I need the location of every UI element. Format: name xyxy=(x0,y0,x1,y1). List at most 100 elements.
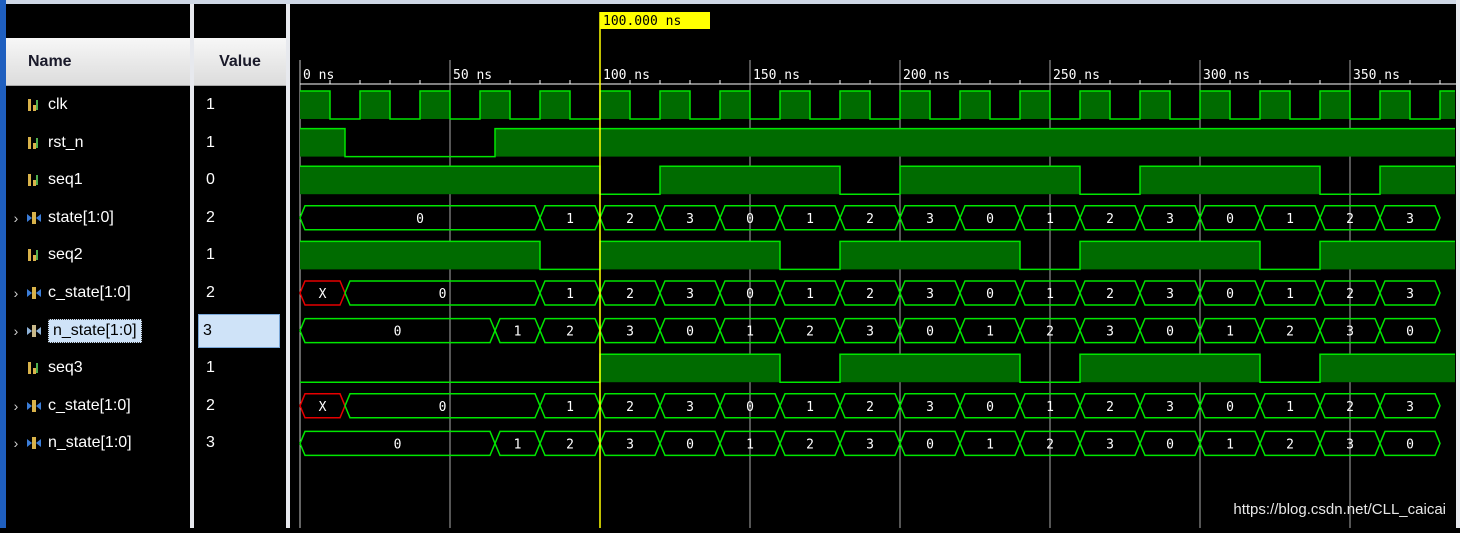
bus-value-label: 2 xyxy=(1106,287,1114,302)
signal-waveform[interactable] xyxy=(300,127,1455,158)
bus-value-label: 3 xyxy=(1106,325,1114,340)
expand-chevron-icon[interactable]: › xyxy=(6,323,26,339)
bus-value-label: 0 xyxy=(686,325,694,340)
waveform-canvas[interactable]: 0 ns 50 ns 100 ns 150 ns 200 ns 250 ns 300 ns 3… xyxy=(290,4,1456,528)
signal-value-cell[interactable]: 1 xyxy=(194,86,286,124)
bus-value-label: 2 xyxy=(566,437,574,452)
expand-chevron-icon[interactable]: › xyxy=(6,435,26,451)
signal-value: 1 xyxy=(206,246,215,264)
signal-name: n_state[1:0] xyxy=(48,434,132,452)
time-tick-label: 50 ns xyxy=(453,68,492,83)
high-level-fill xyxy=(840,354,1020,383)
bus-value-label: 0 xyxy=(1226,212,1234,227)
window-right-edge xyxy=(1456,0,1460,528)
signal-waveform[interactable] xyxy=(300,165,1455,195)
signal-value: 0 xyxy=(206,171,215,189)
signal-row[interactable]: seq1 xyxy=(6,161,190,199)
high-level-fill xyxy=(540,91,570,119)
expand-chevron-icon[interactable]: › xyxy=(6,398,26,414)
expand-chevron-icon[interactable]: › xyxy=(6,285,26,301)
bus-value-label: 3 xyxy=(1346,325,1354,340)
signal-waveform[interactable]: X 0 1 2 3 0 1 2 3 0 1 2 3 0 1 2 3 xyxy=(299,280,1441,306)
expand-chevron-icon[interactable]: › xyxy=(6,210,26,226)
bus-value-label: 1 xyxy=(514,325,522,340)
bus-value-label: 3 xyxy=(926,287,934,302)
signal-waveform[interactable] xyxy=(300,90,1455,120)
waveform-pane[interactable]: 0 ns 50 ns 100 ns 150 ns 200 ns 250 ns 300 ns 3… xyxy=(290,4,1456,528)
signal-row[interactable]: clk xyxy=(6,86,190,124)
high-level-fill xyxy=(1080,354,1260,383)
bus-value-label: 0 xyxy=(746,400,754,415)
signal-value-cell[interactable]: 1 xyxy=(194,236,286,274)
signal-row[interactable]: › n_state[1:0] xyxy=(6,312,190,350)
bit-signal-icon xyxy=(28,362,38,375)
high-level-fill xyxy=(1140,166,1320,195)
high-level-fill xyxy=(1380,91,1410,119)
bus-value-label: 1 xyxy=(566,400,574,415)
time-tick-label: 350 ns xyxy=(1353,68,1400,83)
high-level-fill xyxy=(420,91,450,119)
signal-value-cell[interactable]: 2 xyxy=(194,274,286,312)
high-level-fill xyxy=(600,241,780,270)
signal-name: rst_n xyxy=(48,133,84,151)
bus-value-label: 1 xyxy=(514,437,522,452)
signal-name: c_state[1:0] xyxy=(48,396,131,414)
signal-value-cell[interactable]: 3 xyxy=(194,424,286,462)
signal-waveform[interactable]: 0 1 2 3 0 1 2 3 0 1 2 3 0 1 2 3 0 xyxy=(299,317,1441,344)
value-column-header[interactable]: Value xyxy=(194,38,286,86)
bus-value-label: 2 xyxy=(626,400,634,415)
signal-value: 1 xyxy=(206,133,215,151)
signal-row[interactable]: rst_n xyxy=(6,124,190,162)
bus-value-label: 1 xyxy=(746,325,754,340)
bus-value-label: 0 xyxy=(746,212,754,227)
signal-row[interactable]: › state[1:0] xyxy=(6,199,190,237)
signal-value: 3 xyxy=(198,313,280,348)
bus-value-label: 0 xyxy=(986,212,994,227)
signal-value: 1 xyxy=(206,359,215,377)
bus-value-label: 2 xyxy=(866,400,874,415)
signal-value-cell[interactable]: 2 xyxy=(194,387,286,425)
signal-value: 1 xyxy=(206,96,215,113)
signal-row[interactable]: › c_state[1:0] xyxy=(6,387,190,425)
signal-waveform[interactable]: X 0 1 2 3 0 1 2 3 0 1 2 3 0 1 2 3 xyxy=(299,393,1441,419)
bus-value-label: 2 xyxy=(1046,325,1054,340)
bus-value-label: 3 xyxy=(1166,400,1174,415)
high-level-fill xyxy=(1080,241,1260,270)
bus-value-label: 2 xyxy=(1346,287,1354,302)
signal-waveform[interactable] xyxy=(300,353,1455,383)
signal-waveform[interactable] xyxy=(300,240,1455,271)
bus-value-label: 3 xyxy=(1346,437,1354,452)
high-level-fill xyxy=(600,354,780,383)
bus-value-label: 0 xyxy=(746,287,754,302)
signal-row[interactable]: › n_state[1:0] xyxy=(6,424,190,462)
high-level-fill xyxy=(600,91,630,119)
bus-value-label: 0 xyxy=(1166,437,1174,452)
bus-value-label: 2 xyxy=(1346,400,1354,415)
bus-value-label: 0 xyxy=(926,325,934,340)
signal-row[interactable]: seq3 xyxy=(6,349,190,387)
bus-value-label: 3 xyxy=(1166,212,1174,227)
high-level-fill xyxy=(1320,354,1455,383)
bus-value-label: 1 xyxy=(986,437,994,452)
high-level-fill xyxy=(300,128,345,157)
bus-value-label: 2 xyxy=(1346,212,1354,227)
bus-value-label: 1 xyxy=(806,287,814,302)
bus-value-label: 3 xyxy=(686,212,694,227)
signal-value-cell[interactable]: 1 xyxy=(194,349,286,387)
signal-value-cell[interactable]: 0 xyxy=(194,161,286,199)
signal-row[interactable]: › c_state[1:0] xyxy=(6,274,190,312)
bus-value-label: 3 xyxy=(866,437,874,452)
high-level-fill xyxy=(840,91,870,119)
bus-value-label: 0 xyxy=(986,400,994,415)
signal-value-cell[interactable]: 2 xyxy=(194,199,286,237)
bus-value-label: 0 xyxy=(686,437,694,452)
signal-value-cell[interactable]: 1 xyxy=(194,124,286,162)
signal-value-cell[interactable]: 3 xyxy=(194,312,286,350)
name-column-header[interactable]: Name xyxy=(6,38,190,86)
bus-value-label: 0 xyxy=(1166,325,1174,340)
signal-waveform[interactable]: 0 1 2 3 0 1 2 3 0 1 2 3 0 1 2 3 xyxy=(299,205,1441,231)
signal-waveform[interactable]: 0 1 2 3 0 1 2 3 0 1 2 3 0 1 2 3 0 xyxy=(299,430,1441,457)
signal-row[interactable]: seq2 xyxy=(6,236,190,274)
signal-value: 2 xyxy=(206,284,215,301)
high-level-fill xyxy=(720,91,750,119)
